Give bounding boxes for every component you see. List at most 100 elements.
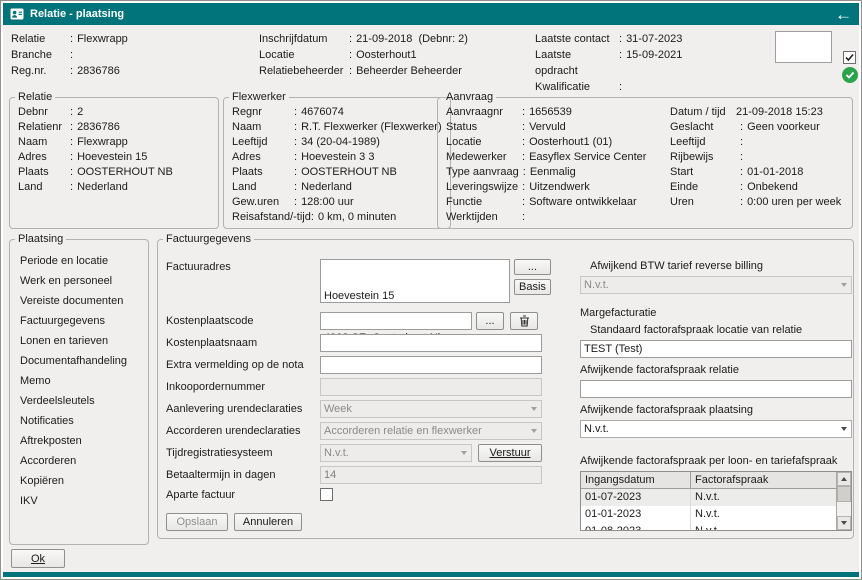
aparte-factuur-label: Aparte factuur <box>166 489 320 501</box>
field-row: Rijbewijs: <box>670 150 844 165</box>
betaaltermijn-label: Betaaltermijn in dagen <box>166 469 320 481</box>
field-row: Uren:0:00 uren per week <box>670 195 844 210</box>
sidebar-item-aftrekposten[interactable]: Aftrekposten <box>20 431 138 451</box>
factuuradres-browse-button[interactable]: ... <box>514 259 551 275</box>
field-value: Onbekend <box>747 180 798 195</box>
field-value: 4676074 <box>301 105 344 120</box>
header-checkbox[interactable] <box>843 51 856 64</box>
ok-button[interactable]: Ok <box>11 549 65 568</box>
field-value: 2836786 <box>77 63 120 79</box>
field-value: Geen voorkeur <box>747 120 820 135</box>
header-row: Relatiebeheerder:Beheerder Beheerder <box>259 63 468 79</box>
plaatsing-nav: Plaatsing Periode en locatie Werk en per… <box>9 233 149 545</box>
field-row: Locatie:Oosterhout1 (01) <box>446 135 670 150</box>
tijdregistratiesysteem-label: Tijdregistratiesysteem <box>166 447 320 459</box>
sidebar-item-kopieren[interactable]: Kopiëren <box>20 471 138 491</box>
check-icon <box>844 52 855 63</box>
sidebar-item-ikv[interactable]: IKV <box>20 491 138 511</box>
kostenplaatscode-delete-button[interactable] <box>510 312 538 330</box>
factorafspraak-table-label: Afwijkende factorafspraak per loon- en t… <box>580 454 852 468</box>
kostenplaatscode-browse-button[interactable]: ... <box>476 312 504 330</box>
field-value: Easyflex Service Center <box>529 150 646 165</box>
field-row: Start:01-01-2018 <box>670 165 844 180</box>
sidebar-item-verdeelsleutels[interactable]: Verdeelsleutels <box>20 391 138 411</box>
scroll-up-button[interactable] <box>837 472 851 486</box>
header-row: Branche: <box>11 47 128 63</box>
field-row: Leeftijd: <box>670 135 844 150</box>
field-value: Hoevestein 15 <box>77 150 147 165</box>
factuuradres-box[interactable]: Hoevestein 15 4903 SE Oosterhout Nb <box>320 259 510 303</box>
scroll-thumb[interactable] <box>837 486 851 502</box>
field-row: Land:Nederland <box>18 180 210 195</box>
field-value: 0:00 uren per week <box>747 195 841 210</box>
sidebar-item-periode-en-locatie[interactable]: Periode en locatie <box>20 251 138 271</box>
field-row: Debnr:2 <box>18 105 210 120</box>
inkoopordernummer-label: Inkoopordernummer <box>166 381 320 393</box>
column-header: Ingangsdatum <box>581 472 691 488</box>
relatie-panel: Relatie Debnr:2 Relatienr:2836786 Naam:F… <box>9 91 219 229</box>
header-row: Reg.nr.:2836786 <box>11 63 128 79</box>
tijdregistratiesysteem-combo: N.v.t. <box>320 444 472 462</box>
field-row: Naam:Flexwrapp <box>18 135 210 150</box>
factuuradres-line1: Hoevestein 15 <box>324 289 506 303</box>
field-row: Medewerker:Easyflex Service Center <box>446 150 670 165</box>
sidebar-item-werk-en-personeel[interactable]: Werk en personeel <box>20 271 138 291</box>
aanvraag-panel: Aanvraag Aanvraagnr:1656539 Status:Vervu… <box>437 91 853 229</box>
field-row: Werktijden: <box>446 210 670 225</box>
sidebar-item-notificaties[interactable]: Notificaties <box>20 411 138 431</box>
scroll-track[interactable] <box>837 486 851 516</box>
sidebar-item-memo[interactable]: Memo <box>20 371 138 391</box>
afwijkende-factorafspraak-relatie-input[interactable] <box>580 380 852 398</box>
table-scrollbar[interactable] <box>836 472 851 530</box>
sidebar-item-accorderen[interactable]: Accorderen <box>20 451 138 471</box>
field-row: Geslacht:Geen voorkeur <box>670 120 844 135</box>
window-title: Relatie - plaatsing <box>30 8 829 20</box>
factuuradres-label: Factuuradres <box>166 259 320 273</box>
header-row: Locatie:Oosterhout1 <box>259 47 468 63</box>
sidebar-item-lonen-en-tarieven[interactable]: Lonen en tarieven <box>20 331 138 351</box>
field-row: Naam:R.T. Flexwerker (Flexwerker) <box>232 120 442 135</box>
extra-vermelding-input[interactable] <box>320 356 542 374</box>
field-value: 21-09-2018 15:23 <box>736 105 823 120</box>
field-row: Gew.uren:128:00 uur <box>232 195 442 210</box>
field-row: Adres:Hoevestein 15 <box>18 150 210 165</box>
sidebar-item-documentafhandeling[interactable]: Documentafhandeling <box>20 351 138 371</box>
afwijkende-factorafspraak-plaatsing-label: Afwijkende factorafspraak plaatsing <box>580 403 852 417</box>
scroll-down-button[interactable] <box>837 516 851 530</box>
field-value: 1656539 <box>529 105 572 120</box>
header-row: Laatste opdracht:15-09-2021 <box>535 47 682 79</box>
kostenplaatscode-input[interactable] <box>320 312 472 330</box>
table-header-row: Ingangsdatum Factorafspraak <box>581 472 836 489</box>
sidebar-item-vereiste-documenten[interactable]: Vereiste documenten <box>20 291 138 311</box>
check-icon <box>845 70 855 80</box>
field-value: 21-09-2018 (Debnr: 2) <box>356 31 468 47</box>
kostenplaatsnaam-label: Kostenplaatsnaam <box>166 337 320 349</box>
relatie-photo-box <box>775 31 832 63</box>
field-row: Status:Vervuld <box>446 120 670 135</box>
header-inschrijf-column: Inschrijfdatum:21-09-2018 (Debnr: 2) Loc… <box>259 31 468 79</box>
aanlevering-urendeclaraties-label: Aanlevering urendeclaraties <box>166 403 320 415</box>
field-row: Plaats:OOSTERHOUT NB <box>232 165 442 180</box>
kostenplaatsnaam-input[interactable] <box>320 334 542 352</box>
sidebar-item-factuurgegevens[interactable]: Factuurgegevens <box>20 311 138 331</box>
annuleren-button[interactable]: Annuleren <box>234 513 302 531</box>
back-arrow-icon[interactable]: ← <box>835 6 852 23</box>
verstuur-button[interactable]: Verstuur <box>478 444 542 462</box>
afwijkende-factorafspraak-plaatsing-combo[interactable]: N.v.t. <box>580 420 852 438</box>
field-value: 01-01-2018 <box>747 165 803 180</box>
field-row: Datum / tijd21-09-2018 15:23 <box>670 105 844 120</box>
header-laatste-column: Laatste contact:31-07-2023 Laatste opdra… <box>535 31 682 95</box>
aparte-factuur-checkbox[interactable] <box>320 488 333 501</box>
table-row[interactable]: 01-01-2023 N.v.t. <box>581 506 836 523</box>
btw-reverse-billing-label: Afwijkend BTW tarief reverse billing <box>590 259 852 273</box>
header-row: Relatie:Flexwrapp <box>11 31 128 47</box>
basis-button[interactable]: Basis <box>514 279 551 295</box>
table-row[interactable]: 01-07-2023 N.v.t. <box>581 489 836 506</box>
extra-vermelding-label: Extra vermelding op de nota <box>166 359 320 371</box>
table-row[interactable]: 01-08-2023 N.v.t. <box>581 523 836 531</box>
field-row: Type aanvraag:Eenmalig <box>446 165 670 180</box>
field-value: Flexwrapp <box>77 135 128 150</box>
field-value: Uitzendwerk <box>529 180 590 195</box>
standaard-factorafspraak-input[interactable] <box>580 340 852 358</box>
aanlevering-urendeclaraties-combo: Week <box>320 400 542 418</box>
